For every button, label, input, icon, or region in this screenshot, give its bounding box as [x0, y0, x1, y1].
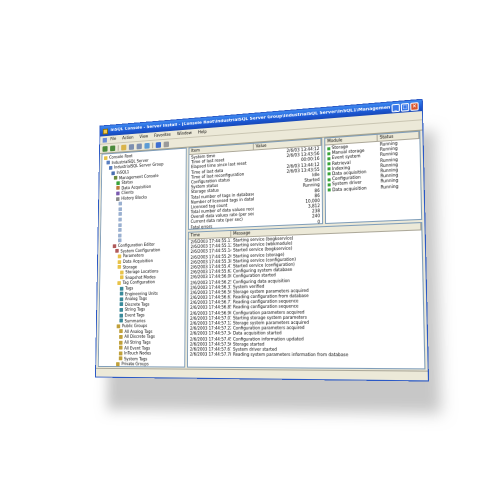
main-content: Console Root IndustrialSQL Server Industri…	[97, 130, 426, 370]
refresh-icon[interactable]	[144, 142, 150, 149]
menu-window[interactable]: Window	[177, 131, 192, 137]
folder-icon	[104, 155, 108, 160]
server-group-icon	[108, 165, 113, 170]
tag-icon	[119, 302, 124, 307]
server-group-icon	[106, 160, 110, 165]
tag-icon	[119, 307, 124, 312]
app-icon	[102, 128, 108, 135]
console-menu-icon[interactable]	[102, 137, 107, 143]
cell-text: Critical errors	[191, 228, 217, 229]
block-icon	[118, 217, 122, 222]
config-icon	[115, 249, 119, 254]
group-icon	[119, 329, 123, 334]
up-folder-icon[interactable]	[121, 144, 127, 151]
block-icon	[118, 233, 122, 238]
folder-icon	[117, 281, 121, 286]
clients-icon	[116, 191, 120, 196]
export-icon[interactable]	[163, 140, 169, 147]
block-icon	[118, 212, 122, 217]
forward-icon[interactable]	[110, 144, 116, 151]
tag-icon	[119, 313, 123, 318]
menu-view[interactable]: View	[139, 134, 148, 140]
status-properties-list[interactable]: Item Value System time 2/6/03 13:44:12 Tim…	[187, 137, 324, 230]
right-pane: Item Value System time 2/6/03 13:44:12 Tim…	[186, 130, 426, 370]
menu-file[interactable]: File	[110, 137, 116, 142]
status-row: Item Value System time 2/6/03 13:44:12 Tim…	[187, 130, 423, 230]
menu-favorites[interactable]: Favorites	[154, 132, 171, 138]
folder-icon	[117, 254, 122, 259]
tag-icon	[119, 297, 124, 302]
group-icon	[119, 334, 123, 339]
minimize-button[interactable]: _	[391, 103, 400, 112]
group-icon	[118, 356, 123, 361]
tree-item-label: All Analog Tags	[124, 328, 153, 334]
tree-item-label: System Tags	[124, 356, 148, 362]
cell-text: Data acquisition	[332, 184, 367, 192]
tree-item[interactable]: Private Groups	[99, 361, 185, 367]
acquisition-icon	[116, 186, 120, 191]
folder-icon	[117, 265, 122, 270]
help-icon[interactable]	[155, 141, 162, 148]
properties-icon[interactable]	[136, 142, 142, 149]
tree-item-label: Summaries	[124, 317, 146, 323]
cell-text: 2/6/2003 17:44:57.780	[189, 351, 232, 357]
status-ok-icon	[327, 188, 331, 192]
console-icon	[113, 175, 118, 180]
back-icon[interactable]	[102, 145, 108, 152]
toolbar-separator	[152, 142, 154, 148]
tree-item-label: InTouch Nodes	[124, 350, 152, 356]
block-icon	[118, 207, 122, 211]
group-icon	[118, 351, 123, 356]
tree-item-label: Private Groups	[121, 361, 149, 367]
cell-text: Running	[380, 183, 399, 190]
menu-action[interactable]: Action	[122, 135, 133, 141]
group-icon	[119, 340, 123, 345]
toolbar-separator	[117, 144, 119, 151]
modules-list[interactable]: Module Status Storage Running Manual stora…	[324, 130, 423, 225]
folder-icon	[120, 275, 124, 280]
tree-item-label: Data Acquisition	[122, 258, 153, 264]
history-icon	[116, 196, 120, 201]
tree-item-label: All Event Tags	[124, 345, 151, 351]
tag-icon	[119, 318, 123, 323]
tree-item-label: All Discrete Tags	[124, 334, 155, 340]
folder-icon	[120, 270, 124, 275]
tag-icon	[119, 291, 124, 296]
block-icon	[117, 238, 122, 243]
block-icon	[118, 228, 122, 232]
server-icon	[111, 170, 115, 175]
group-icon	[116, 324, 121, 329]
status-icon	[116, 181, 120, 185]
block-icon	[118, 222, 122, 227]
console-tree[interactable]: Console Root IndustrialSQL Server Industri…	[97, 147, 187, 368]
table-cell: Running	[378, 182, 420, 190]
config-icon	[112, 244, 117, 249]
group-icon	[118, 345, 123, 350]
console-window: InSQL Console - Server Install - [Consol…	[95, 98, 430, 382]
block-icon	[118, 201, 123, 206]
table-cell: Reading system parameters information fr…	[231, 352, 424, 358]
tree-item-label: Public Groups	[121, 323, 148, 329]
tag-icon	[119, 286, 124, 291]
show-tree-icon[interactable]	[128, 143, 135, 150]
table-cell: 2/6/2003 17:44:57.780	[188, 352, 231, 357]
folder-icon	[117, 259, 122, 264]
cell-text: Reading system parameters information fr…	[232, 351, 349, 358]
maximize-button[interactable]: □	[400, 102, 410, 112]
group-icon	[116, 362, 120, 367]
tree-item-label: All String Tags	[124, 339, 151, 345]
table-row[interactable]: 2/6/2003 17:44:57.780 Reading system para…	[188, 352, 424, 358]
tree-item-label: Tag Configuration	[122, 279, 156, 286]
message-log[interactable]: Time Message 2/6/2003 17:44:55.112 Starti…	[186, 222, 426, 370]
close-button[interactable]: ×	[410, 101, 419, 111]
menu-help[interactable]: Help	[198, 129, 207, 135]
